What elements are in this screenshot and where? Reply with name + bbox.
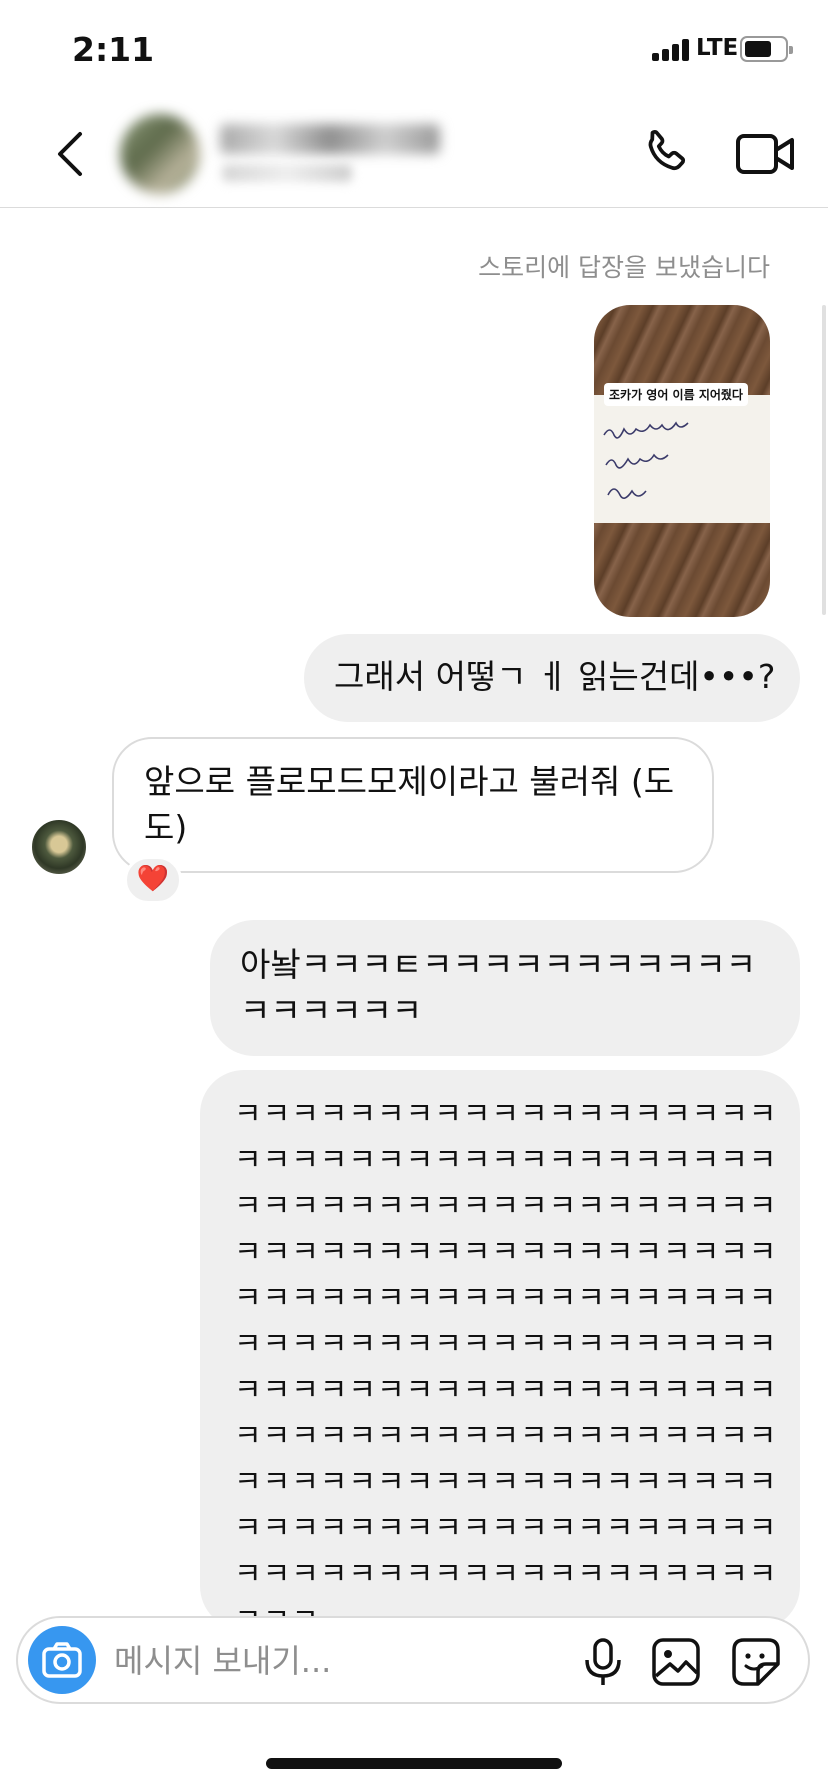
video-camera-icon: [736, 134, 794, 174]
phone-icon: [648, 129, 686, 171]
message-line: ㅋㅋㅋㅋㅋㅋㅋㅋㅋㅋㅋㅋㅋㅋㅋㅋㅋㅋㅋ: [234, 1143, 778, 1178]
audio-call-button[interactable]: [636, 124, 696, 184]
camera-button[interactable]: [28, 1626, 96, 1694]
story-thumbnail[interactable]: 조카가 영어 이름 지어줬다: [594, 305, 770, 617]
message-bubble-outgoing[interactable]: 아놬ㅋㅋㅋㅌㅋㅋㅋㅋㅋㅋㅋㅋㅋㅋㅋㅋㅋㅋㅋㅋㅋ: [210, 920, 800, 1056]
sticker-button[interactable]: [730, 1636, 782, 1688]
message-line: ㅋㅋㅋㅋㅋㅋㅋㅋㅋㅋㅋㅋㅋㅋㅋㅋㅋㅋㅋ: [234, 1235, 778, 1270]
heart-icon: ❤️: [136, 864, 170, 894]
story-reply-caption: 스토리에 답장을 보냈습니다: [478, 253, 770, 282]
message-line: ㅋㅋㅋㅋㅋㅋㅋㅋㅋㅋㅋㅋㅋㅋㅋㅋㅋㅋㅋ: [234, 1419, 778, 1454]
story-label: 조카가 영어 이름 지어줬다: [604, 383, 748, 406]
message-line: ㅋㅋㅋㅋㅋㅋㅋㅋㅋㅋㅋㅋㅋㅋㅋㅋㅋㅋㅋ: [234, 1557, 778, 1592]
video-call-button[interactable]: [734, 124, 798, 184]
status-bar: 2:11 LTE: [0, 0, 828, 100]
message-input[interactable]: [114, 1638, 494, 1684]
message-line: ㅋㅋㅋㅋㅋㅋㅋㅋㅋㅋㅋㅋㅋㅋㅋㅋㅋㅋㅋ: [234, 1327, 778, 1362]
camera-icon: [42, 1642, 82, 1678]
message-line: ㅋㅋㅋㅋㅋㅋㅋㅋㅋㅋㅋㅋㅋㅋㅋㅋㅋㅋㅋ: [234, 1189, 778, 1224]
message-bubble-outgoing[interactable]: 그래서 어떻ㄱ ㅔ 읽는건데•••?: [304, 634, 800, 722]
chat-header: [0, 100, 828, 208]
message-composer: [16, 1616, 810, 1704]
status-time: 2:11: [72, 30, 155, 69]
network-type: LTE: [696, 35, 739, 61]
voice-message-button[interactable]: [578, 1636, 628, 1688]
scrollbar[interactable]: [822, 305, 826, 615]
signal-icon: [652, 37, 692, 61]
home-indicator[interactable]: [266, 1758, 562, 1769]
gallery-button[interactable]: [650, 1636, 702, 1688]
contact-avatar[interactable]: [120, 114, 200, 194]
back-button[interactable]: [44, 126, 100, 182]
gallery-icon: [652, 1638, 700, 1686]
heart-reaction[interactable]: ❤️: [124, 856, 182, 904]
message-line: ㅋㅋㅋㅋㅋㅋㅋㅋㅋㅋㅋㅋㅋㅋㅋㅋㅋㅋㅋ: [234, 1465, 778, 1500]
handwriting-image: [603, 421, 689, 499]
story-paper-image: [594, 395, 770, 523]
message-bubble-incoming[interactable]: 앞으로 플로모드모제이라고 불러줘 (도도): [112, 737, 714, 873]
contact-subtitle: [222, 164, 352, 182]
microphone-icon: [585, 1638, 621, 1685]
contact-name[interactable]: [220, 124, 440, 154]
message-line: ㅋㅋㅋㅋㅋㅋㅋㅋㅋㅋㅋㅋㅋㅋㅋㅋㅋㅋㅋ: [234, 1097, 778, 1132]
back-chevron-icon: [58, 132, 82, 176]
sticker-icon: [732, 1638, 780, 1686]
message-line: ㅋㅋㅋㅋㅋㅋㅋㅋㅋㅋㅋㅋㅋㅋㅋㅋㅋㅋㅋ: [234, 1281, 778, 1316]
message-bubble-outgoing-long[interactable]: ㅋㅋㅋㅋㅋㅋㅋㅋㅋㅋㅋㅋㅋㅋㅋㅋㅋㅋㅋ ㅋㅋㅋㅋㅋㅋㅋㅋㅋㅋㅋㅋㅋㅋㅋㅋㅋㅋㅋ …: [200, 1070, 800, 1630]
battery-icon: [740, 36, 793, 62]
sender-avatar[interactable]: [30, 818, 88, 876]
message-line: ㅋㅋㅋㅋㅋㅋㅋㅋㅋㅋㅋㅋㅋㅋㅋㅋㅋㅋㅋ: [234, 1511, 778, 1546]
message-line: ㅋㅋㅋㅋㅋㅋㅋㅋㅋㅋㅋㅋㅋㅋㅋㅋㅋㅋㅋ: [234, 1373, 778, 1408]
